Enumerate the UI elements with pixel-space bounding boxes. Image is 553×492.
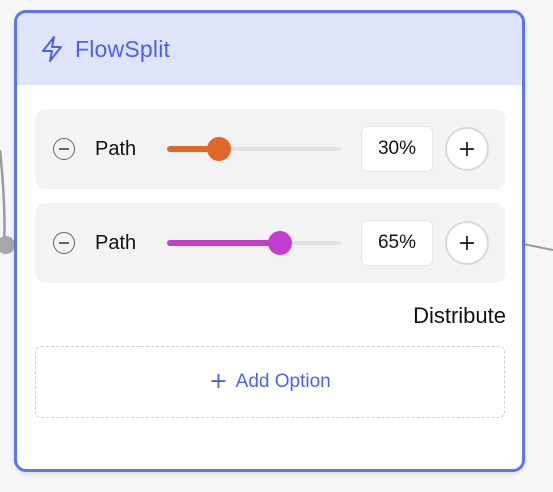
add-percent-button[interactable]: +	[445, 127, 489, 171]
path-percent-input[interactable]: 30%	[361, 126, 433, 172]
path-percent-slider[interactable]	[167, 231, 341, 255]
add-percent-button[interactable]: +	[445, 221, 489, 265]
flow-canvas: FlowSplit Path 30% + Path 65% + Distribu…	[0, 0, 553, 492]
remove-path-button[interactable]	[53, 232, 75, 254]
add-option-button[interactable]: + Add Option	[35, 346, 505, 418]
node-header[interactable]: FlowSplit	[17, 13, 522, 85]
path-row: Path 30% +	[35, 109, 505, 189]
plus-icon: +	[209, 369, 228, 394]
slider-thumb[interactable]	[268, 231, 292, 255]
path-percent-input[interactable]: 65%	[361, 220, 433, 266]
path-row: Path 65% +	[35, 203, 505, 283]
flowsplit-node[interactable]: FlowSplit Path 30% + Path 65% + Distribu…	[14, 10, 525, 472]
path-percent-slider[interactable]	[167, 137, 341, 161]
slider-thumb[interactable]	[207, 137, 231, 161]
node-title: FlowSplit	[75, 35, 171, 62]
remove-path-button[interactable]	[53, 138, 75, 160]
lightning-bolt-icon	[39, 34, 65, 64]
path-label: Path	[95, 137, 137, 160]
add-option-label: Add Option	[235, 371, 331, 392]
path-label: Path	[95, 231, 137, 254]
distribute-button[interactable]: Distribute	[413, 303, 506, 329]
slider-fill	[167, 240, 280, 246]
